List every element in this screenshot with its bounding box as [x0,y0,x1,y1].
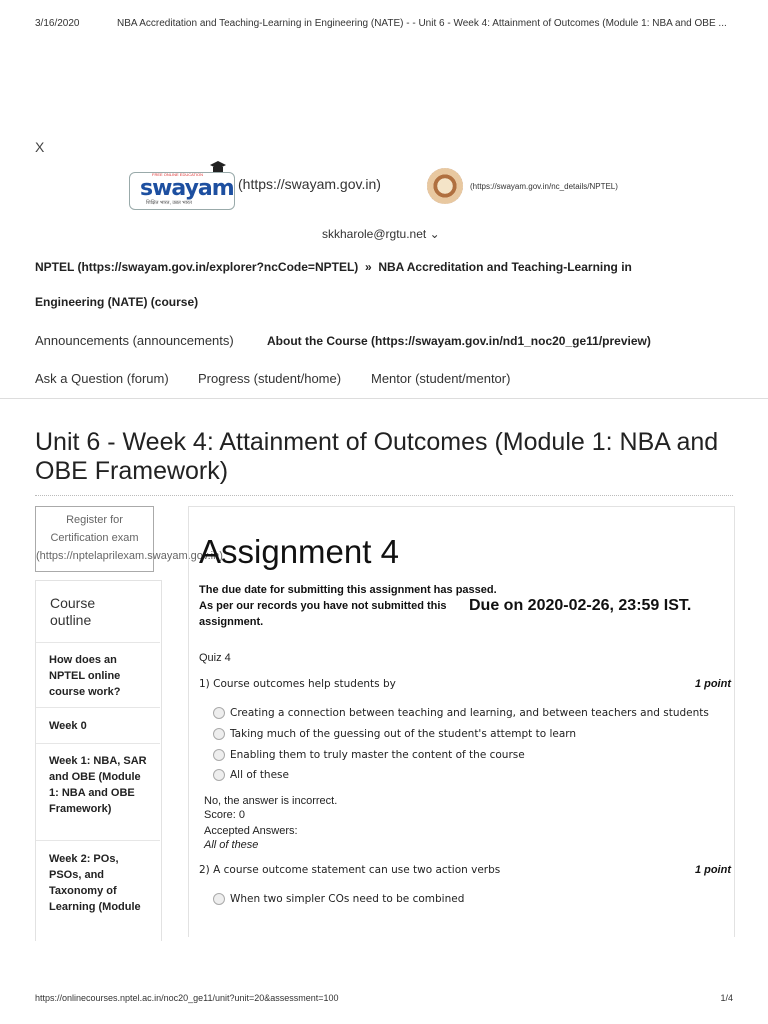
due-date: Due on 2020-02-26, 23:59 IST. [469,597,692,614]
question-2-option[interactable]: When two simpler COs need to be combined [213,893,464,905]
due-notice: The due date for submitting this assignm… [199,582,497,630]
option-label: When two simpler COs need to be combined [230,893,465,905]
due-passed-text: The due date for submitting this assignm… [199,584,497,596]
question-1-option[interactable]: Taking much of the guessing out of the s… [213,728,576,740]
outline-item-week-1[interactable]: Week 1: NBA, SAR and OBE (Module 1: NBA … [49,753,149,817]
outline-divider [36,642,160,643]
unit-title: Unit 6 - Week 4: Attainment of Outcomes … [35,428,719,485]
nav-about-course[interactable]: About the Course (https://swayam.gov.in/… [267,334,651,348]
print-date: 3/16/2020 [35,18,80,29]
print-page-title: NBA Accreditation and Teaching-Learning … [117,18,727,29]
radio-icon[interactable] [213,728,225,740]
chevron-down-icon: ⌄ [429,227,440,241]
radio-icon[interactable] [213,707,225,719]
nav-announcements[interactable]: Announcements (announcements) [35,333,234,348]
breadcrumb-nptel[interactable]: NPTEL (https://swayam.gov.in/explorer?nc… [35,260,358,274]
close-button[interactable]: X [35,139,44,155]
option-label: Creating a connection between teaching a… [230,707,709,719]
swayam-logo-text: swayam [140,176,235,201]
nav-mentor[interactable]: Mentor (student/mentor) [371,371,510,386]
option-label: Taking much of the guessing out of the s… [230,728,577,740]
question-1-option[interactable]: Enabling them to truly master the conten… [213,749,525,761]
outline-divider [36,707,160,708]
outline-divider [36,743,160,744]
breadcrumb-separator: » [364,260,372,274]
user-menu[interactable]: skkharole@rgtu.net ⌄ [322,227,440,241]
outline-item-week-2[interactable]: Week 2: POs, PSOs, and Taxonomy of Learn… [49,851,149,915]
nptel-logo[interactable] [427,168,463,204]
score-text: Score: 0 [204,809,245,821]
question-1-points: 1 point [694,678,731,690]
question-1-option[interactable]: Creating a connection between teaching a… [213,707,709,719]
breadcrumb: NPTEL (https://swayam.gov.in/explorer?nc… [35,260,632,274]
feedback-text: No, the answer is incorrect. [204,795,338,807]
quiz-label: Quiz 4 [199,652,231,664]
outline-item-how-it-works[interactable]: How does an NPTEL online course work? [49,652,149,700]
question-1-option[interactable]: All of these [213,769,289,781]
graduation-cap-icon [210,161,226,172]
register-line1: Register for [66,514,123,526]
nav-divider [0,398,768,399]
assignment-title: Assignment 4 [199,533,399,570]
nav-ask-question[interactable]: Ask a Question (forum) [35,371,169,386]
not-submitted-text-cont: assignment. [199,616,264,628]
nptel-link[interactable]: (https://swayam.gov.in/nc_details/NPTEL) [470,182,618,191]
print-page-number: 1/4 [720,993,733,1003]
print-footer-url: https://onlinecourses.nptel.ac.in/noc20_… [35,993,339,1003]
radio-icon[interactable] [213,769,225,781]
accepted-answer: All of these [204,839,259,851]
register-line3: (https://nptelaprilexam.swayam.gov.in) [36,550,223,562]
nav-progress[interactable]: Progress (student/home) [198,371,341,386]
accepted-answers-label: Accepted Answers: [204,825,298,837]
question-2-text: 2) A course outcome statement can use tw… [199,864,501,876]
title-divider [35,495,733,496]
not-submitted-text: As per our records you have not submitte… [199,600,447,612]
question-1-text: 1) Course outcomes help students by [199,678,396,690]
register-line2: Certification exam [50,532,139,544]
radio-icon[interactable] [213,893,225,905]
radio-icon[interactable] [213,749,225,761]
outline-divider [36,840,160,841]
option-label: Enabling them to truly master the conten… [230,749,525,761]
swayam-logo-tagline: शिक्षित भारत, उन्नत भारत [146,200,192,206]
register-certification-button[interactable]: Register for Certification exam (https:/… [35,506,223,572]
outline-item-week-0[interactable]: Week 0 [49,718,149,734]
breadcrumb-course-cont[interactable]: Engineering (NATE) (course) [35,295,198,309]
user-email: skkharole@rgtu.net [322,227,427,241]
swayam-link[interactable]: (https://swayam.gov.in) [238,176,381,192]
course-outline-heading: Course outline [50,595,96,628]
breadcrumb-course[interactable]: NBA Accreditation and Teaching-Learning … [378,260,632,274]
question-2-points: 1 point [694,864,731,876]
option-label: All of these [230,769,289,781]
question-1-feedback: No, the answer is incorrect. Score: 0 Ac… [204,794,337,852]
swayam-logo[interactable]: FREE ONLINE EDUCATION swayam शिक्षित भार… [129,161,235,210]
